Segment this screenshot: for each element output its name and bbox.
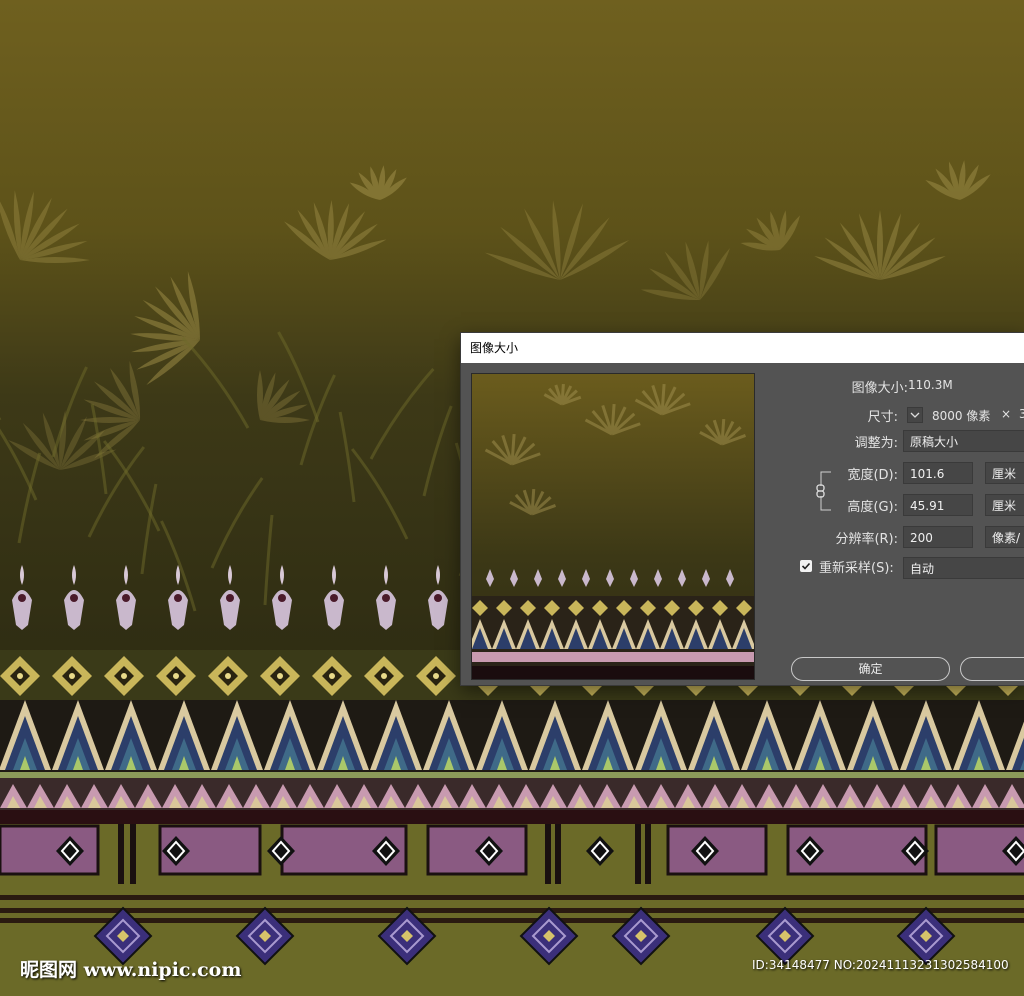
fit-to-select[interactable]: 原稿大小 (903, 430, 1024, 452)
cancel-button[interactable] (960, 657, 1024, 681)
bar (0, 908, 1024, 913)
width-label: 宽度(D): (847, 468, 898, 483)
fit-to-label: 调整为: (854, 436, 898, 451)
post (555, 824, 561, 884)
ok-button[interactable]: 确定 (791, 657, 950, 681)
image-size-label: 图像大小: (851, 381, 908, 396)
post (635, 824, 641, 884)
dark-stripe (0, 810, 1024, 824)
preview-dark-stripe (472, 666, 754, 679)
dimensions-height-partial: 3 (1019, 407, 1024, 421)
bar (0, 895, 1024, 900)
width-input[interactable]: 101.6 (903, 462, 973, 484)
stripe (0, 772, 1024, 778)
height-input[interactable]: 45.91 (903, 494, 973, 516)
post (118, 824, 124, 884)
constrain-proportions-link-icon[interactable] (811, 470, 833, 512)
height-label: 高度(G): (847, 500, 898, 515)
dimensions-times: × (1001, 407, 1012, 421)
dimensions-toggle-icon[interactable] (907, 407, 923, 423)
dialog-title[interactable]: 图像大小 (461, 333, 1024, 363)
height-unit-select[interactable]: 厘米 (985, 494, 1024, 516)
resolution-unit-select[interactable]: 像素/ (985, 526, 1024, 548)
post (645, 824, 651, 884)
dimensions-label: 尺寸: (867, 410, 898, 425)
image-size-value: 110.3M (908, 378, 953, 392)
image-preview[interactable] (472, 374, 754, 679)
post (545, 824, 551, 884)
resolution-input[interactable]: 200 (903, 526, 973, 548)
resample-select[interactable]: 自动 (903, 557, 1024, 579)
resample-label: 重新采样(S): (819, 561, 894, 576)
bar (0, 918, 1024, 923)
watermark-id: ID:34148477 NO:20241113231302584100 (752, 958, 1009, 972)
preview-pink-stripe (472, 652, 754, 662)
preview-thumbnail (472, 374, 754, 679)
dimensions-value: 8000 像素 (932, 409, 991, 423)
watermark-logo: 昵图网 www.nipic.com (20, 959, 242, 981)
width-unit-select[interactable]: 厘米 (985, 462, 1024, 484)
purple-panel (0, 824, 100, 876)
ethnic-border-bands (0, 650, 1024, 996)
image-size-dialog: 图像大小 图像大小: 110.3M 尺寸: 8000 像素 × 3 调整为: 原… (461, 333, 1024, 685)
canvas-screen: 图像大小 图像大小: 110.3M 尺寸: 8000 像素 × 3 调整为: 原… (0, 0, 1024, 996)
post (130, 824, 136, 884)
resample-checkbox[interactable] (800, 560, 812, 572)
resolution-label: 分辨率(R): (835, 532, 898, 547)
